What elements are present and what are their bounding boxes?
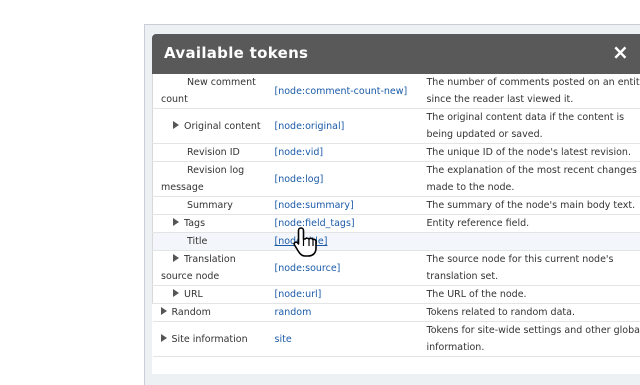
close-icon[interactable]: × <box>612 42 629 62</box>
token-description: The explanation of the most recent chang… <box>423 162 640 197</box>
table-row: Revision log message [node:log] The expl… <box>153 162 640 197</box>
token-table-wrap: New comment count [node:comment-count-ne… <box>152 74 640 357</box>
dialog-title: Available tokens <box>164 44 308 62</box>
token-name: Random <box>172 307 211 318</box>
expand-triangle-icon[interactable] <box>173 121 179 129</box>
available-tokens-dialog: Available tokens × New comment count [no… <box>152 34 640 374</box>
token-name: Original content <box>184 121 261 132</box>
token-description: Tokens for site-wide settings and other … <box>423 322 640 357</box>
token-description: The number of comments posted on an enti… <box>423 74 640 109</box>
expand-triangle-icon[interactable] <box>161 334 167 342</box>
token-link[interactable]: [node:original] <box>269 109 423 144</box>
table-row: Tags [node:field_tags] Entity reference … <box>153 215 640 233</box>
dialog-titlebar: Available tokens × <box>152 34 640 74</box>
expand-triangle-icon[interactable] <box>173 254 179 262</box>
token-link[interactable]: [node:url] <box>269 286 423 304</box>
token-description <box>423 233 640 251</box>
token-link[interactable]: [node:vid] <box>269 144 423 162</box>
token-description: The original content data if the content… <box>423 109 640 144</box>
expand-triangle-icon[interactable] <box>161 307 167 315</box>
table-row: Title [node:title] <box>153 233 640 251</box>
expand-triangle-icon[interactable] <box>173 289 179 297</box>
table-row: Random random Tokens related to random d… <box>153 304 640 322</box>
token-name: Revision ID <box>187 147 240 158</box>
token-description: Entity reference field. <box>423 215 640 233</box>
token-description: The URL of the node. <box>423 286 640 304</box>
token-name: Summary <box>187 200 233 211</box>
table-row: URL [node:url] The URL of the node. <box>153 286 640 304</box>
token-link[interactable]: [node:comment-count-new] <box>269 74 423 109</box>
table-row: Site information site Tokens for site-wi… <box>153 322 640 357</box>
token-link[interactable]: random <box>269 304 423 322</box>
token-description: The unique ID of the node's latest revis… <box>423 144 640 162</box>
token-name: Revision log message <box>161 165 244 193</box>
token-description: Tokens related to random data. <box>423 304 640 322</box>
hand-pointer-cursor-icon <box>292 226 320 258</box>
token-name: Site information <box>172 334 248 345</box>
token-link[interactable]: [node:summary] <box>269 197 423 215</box>
token-name: URL <box>184 289 203 300</box>
token-description: The summary of the node's main body text… <box>423 197 640 215</box>
table-row: Revision ID [node:vid] The unique ID of … <box>153 144 640 162</box>
expand-triangle-icon[interactable] <box>173 218 179 226</box>
token-name: New comment count <box>161 77 256 105</box>
token-description: The source node for this current node's … <box>423 251 640 286</box>
token-link[interactable]: [node:log] <box>269 162 423 197</box>
token-name: Title <box>187 236 207 247</box>
table-row: Original content [node:original] The ori… <box>153 109 640 144</box>
token-table: New comment count [node:comment-count-ne… <box>152 74 640 357</box>
table-row: Summary [node:summary] The summary of th… <box>153 197 640 215</box>
token-link[interactable]: site <box>269 322 423 357</box>
table-row: Translation source node [node:source] Th… <box>153 251 640 286</box>
token-name: Tags <box>184 218 205 229</box>
table-row: New comment count [node:comment-count-ne… <box>153 74 640 109</box>
